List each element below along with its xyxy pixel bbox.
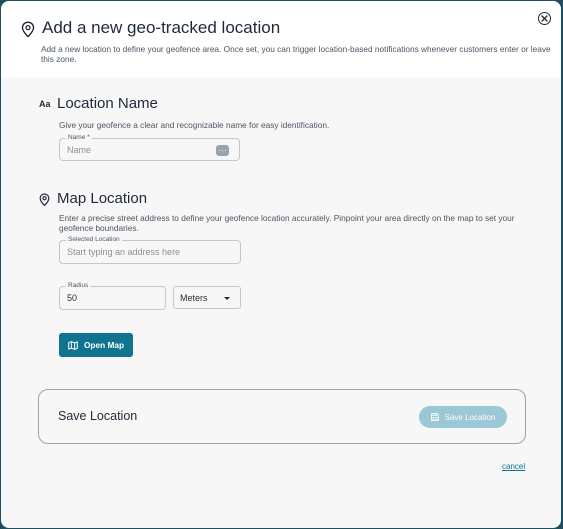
close-icon xyxy=(541,15,548,22)
unit-select-value: Meters xyxy=(180,293,208,303)
modal-title: Add a new geo-tracked location xyxy=(42,18,281,37)
modal-header: Add a new geo-tracked location Add a new… xyxy=(1,1,561,77)
radius-input-value: 50 xyxy=(67,293,78,303)
text-format-icon: Aa xyxy=(39,99,51,109)
save-location-button-label: Save Location xyxy=(444,412,496,422)
map-icon xyxy=(68,340,78,350)
save-icon xyxy=(430,413,439,421)
modal-description: Add a new location to define your geofen… xyxy=(41,44,551,64)
name-input-placeholder: Name xyxy=(67,144,92,155)
open-map-button[interactable]: Open Map xyxy=(59,333,133,357)
add-location-modal: Add a new geo-tracked location Add a new… xyxy=(1,1,561,528)
map-pin-icon xyxy=(39,193,50,207)
name-field[interactable]: Name * Name xyxy=(59,134,240,161)
address-input-placeholder: Start typing an address here xyxy=(67,247,181,257)
location-name-description: Give your geofence a clear and recogniza… xyxy=(59,120,330,130)
unit-select[interactable]: Meters xyxy=(173,286,241,309)
address-field[interactable]: Selected Location Start typing an addres… xyxy=(59,236,241,264)
location-pin-icon xyxy=(21,21,35,38)
close-button[interactable] xyxy=(538,12,551,25)
map-location-heading: Map Location xyxy=(57,190,148,207)
save-location-button[interactable]: Save Location xyxy=(419,406,507,428)
save-location-panel: Save Location Save Location xyxy=(38,389,526,444)
chevron-down-icon xyxy=(224,297,230,300)
location-name-heading: Location Name xyxy=(57,95,158,112)
open-map-label: Open Map xyxy=(83,340,125,350)
radius-field[interactable]: Radius 50 xyxy=(59,282,166,310)
save-panel-title: Save Location xyxy=(58,409,138,423)
cancel-link[interactable]: cancel xyxy=(502,462,525,471)
map-location-description: Enter a precise street address to define… xyxy=(59,213,515,233)
more-options-icon[interactable] xyxy=(216,145,229,156)
